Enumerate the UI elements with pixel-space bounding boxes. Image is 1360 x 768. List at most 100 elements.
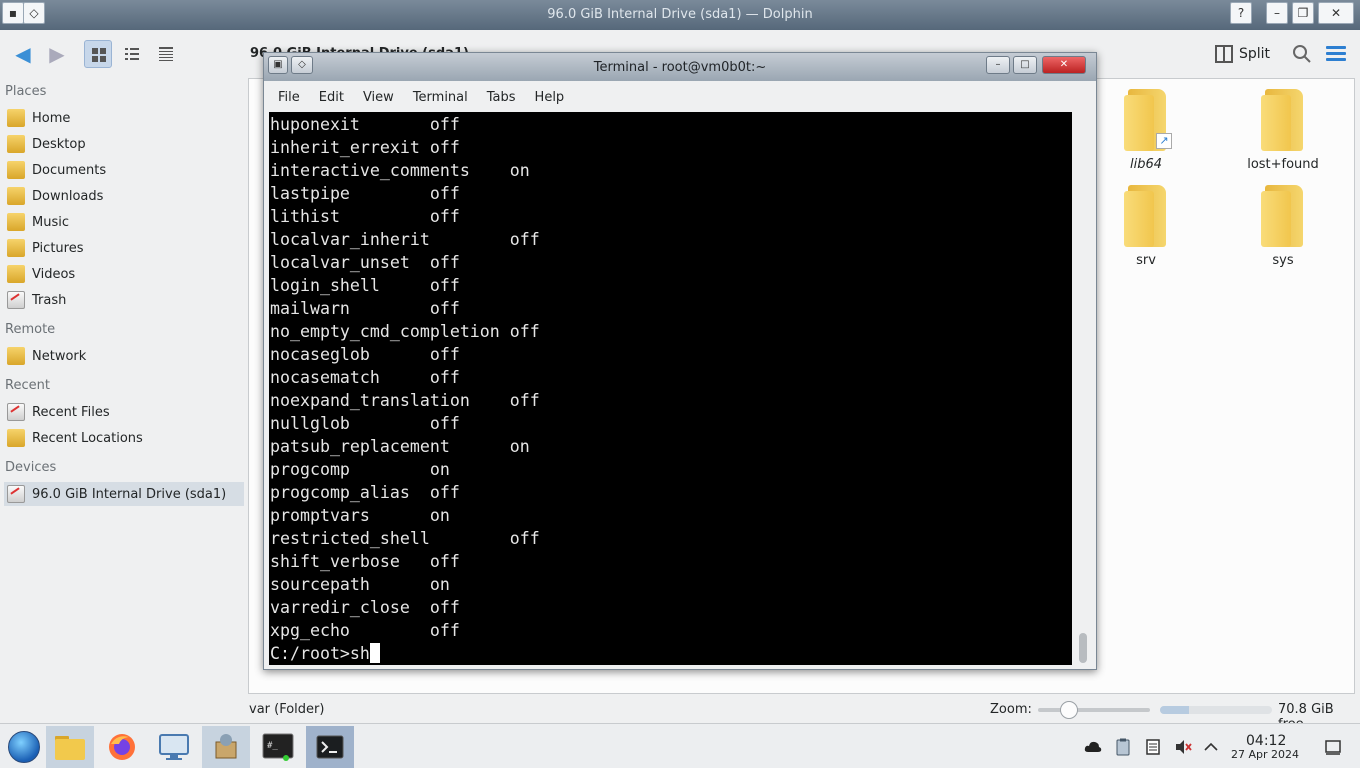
details-view-button[interactable]: [152, 40, 180, 68]
folder-icon: [1124, 185, 1168, 247]
place-documents[interactable]: Documents: [4, 158, 244, 182]
terminal-prompt: C:/root>sh: [270, 644, 370, 663]
music-folder-icon: [7, 213, 25, 231]
terminal-minimize-button[interactable]: –: [986, 56, 1010, 74]
compact-view-button[interactable]: [118, 40, 146, 68]
clipboard-icon[interactable]: [1114, 738, 1132, 756]
menu-terminal[interactable]: Terminal: [413, 90, 468, 105]
place-downloads[interactable]: Downloads: [4, 184, 244, 208]
terminal-cursor: [369, 643, 380, 663]
place-recent-files[interactable]: Recent Files: [4, 400, 244, 424]
terminal-line: lithist off: [270, 207, 460, 226]
dolphin-titlebar: ▪ ◇ 96.0 GiB Internal Drive (sda1) — Dol…: [0, 0, 1360, 30]
help-button[interactable]: ?: [1230, 2, 1252, 24]
window-title: 96.0 GiB Internal Drive (sda1) — Dolphin: [547, 7, 813, 22]
hamburger-menu-icon[interactable]: [1326, 46, 1346, 62]
terminal-line: no_empty_cmd_completion off: [270, 322, 540, 341]
place-label: Downloads: [32, 188, 104, 204]
pictures-folder-icon: [7, 239, 25, 257]
task-file-manager[interactable]: [46, 726, 94, 768]
terminal-line: nocaseglob off: [270, 345, 460, 364]
file-item[interactable]: srv: [1096, 185, 1196, 268]
zoom-slider-handle[interactable]: [1060, 701, 1078, 719]
place-label: Documents: [32, 162, 107, 178]
place-label: Music: [32, 214, 69, 230]
free-space-bar: [1160, 706, 1272, 714]
chevron-up-icon[interactable]: [1202, 738, 1220, 756]
terminal-line: shift_verbose off: [270, 552, 460, 571]
clock-time[interactable]: 04:12: [1246, 733, 1286, 749]
terminal-window[interactable]: ▣ ◇ Terminal - root@vm0b0t:~ – □ ✕ File …: [263, 52, 1097, 670]
terminal-line: nocasematch off: [270, 368, 460, 387]
zoom-slider[interactable]: [1038, 701, 1150, 719]
menu-file[interactable]: File: [278, 90, 300, 105]
task-package-manager[interactable]: [202, 726, 250, 768]
terminal-titlebar[interactable]: ▣ ◇ Terminal - root@vm0b0t:~ – □ ✕: [264, 53, 1096, 81]
folder-icon: [1261, 185, 1305, 247]
grid-view-icon: [92, 48, 106, 62]
status-bar: var (Folder) Zoom: 70.8 GiB free: [248, 697, 1360, 732]
terminal-maximize-button[interactable]: □: [1013, 56, 1037, 74]
hard-drive-icon: [7, 485, 25, 503]
file-item[interactable]: lost+found: [1233, 89, 1333, 172]
place-videos[interactable]: Videos: [4, 262, 244, 286]
place-network[interactable]: Network: [4, 344, 244, 368]
show-desktop-icon[interactable]: [1324, 738, 1342, 756]
start-orb-icon: [8, 731, 40, 763]
place-trash[interactable]: Trash: [4, 288, 244, 312]
menu-view[interactable]: View: [363, 90, 394, 105]
terminal-line: noexpand_translation off: [270, 391, 540, 410]
recent-locations-icon: [7, 429, 25, 447]
menu-tabs[interactable]: Tabs: [487, 90, 516, 105]
menu-help[interactable]: Help: [535, 90, 565, 105]
search-icon[interactable]: [1292, 44, 1312, 64]
menu-edit[interactable]: Edit: [319, 90, 344, 105]
volume-muted-icon[interactable]: [1174, 738, 1192, 756]
monitor-settings-icon: [159, 734, 189, 760]
taskbar: #_ 04:12 27 Apr 2024: [0, 723, 1360, 768]
section-recent: Recent: [5, 378, 50, 393]
section-places: Places: [5, 84, 47, 99]
file-item[interactable]: sys: [1233, 185, 1333, 268]
place-pictures[interactable]: Pictures: [4, 236, 244, 260]
place-label: Recent Locations: [32, 430, 143, 446]
terminal-prompt-line[interactable]: C:/root>sh: [270, 642, 380, 665]
file-name: lost+found: [1247, 157, 1319, 172]
place-desktop[interactable]: Desktop: [4, 132, 244, 156]
terminal-close-button[interactable]: ✕: [1042, 56, 1086, 74]
zoom-label: Zoom:: [990, 702, 1032, 717]
terminal-scrollbar[interactable]: [1076, 112, 1090, 665]
compact-view-icon: [125, 48, 139, 60]
place-label: Desktop: [32, 136, 86, 152]
places-panel: Places Home Desktop Documents Downloads …: [0, 78, 248, 723]
place-music[interactable]: Music: [4, 210, 244, 234]
terminal-scrollbar-thumb[interactable]: [1079, 633, 1087, 663]
clock-date[interactable]: 27 Apr 2024: [1231, 748, 1299, 761]
place-home[interactable]: Home: [4, 106, 244, 130]
place-label: Network: [32, 348, 87, 364]
place-recent-locations[interactable]: Recent Locations: [4, 426, 244, 450]
task-system-settings[interactable]: [150, 726, 198, 768]
terminal-line: localvar_unset off: [270, 253, 460, 272]
terminal-line: restricted_shell off: [270, 529, 540, 548]
file-item[interactable]: ↗ lib64: [1096, 89, 1196, 172]
notes-icon[interactable]: [1144, 738, 1162, 756]
task-firefox[interactable]: [98, 726, 146, 768]
task-terminal-preview[interactable]: #_: [254, 726, 302, 768]
place-internal-drive[interactable]: 96.0 GiB Internal Drive (sda1): [4, 482, 244, 506]
firefox-icon: [109, 734, 135, 760]
forward-button[interactable]: ▶: [42, 40, 72, 68]
place-label: 96.0 GiB Internal Drive (sda1): [32, 486, 227, 502]
split-button[interactable]: Split: [1214, 40, 1270, 68]
icons-view-button[interactable]: [84, 40, 112, 68]
terminal-line: varredir_close off: [270, 598, 460, 617]
start-menu-button[interactable]: [0, 726, 48, 768]
minimize-button[interactable]: –: [1266, 2, 1288, 24]
downloads-folder-icon: [7, 187, 25, 205]
cloud-icon[interactable]: [1084, 738, 1102, 756]
back-button[interactable]: ◀: [8, 40, 38, 68]
terminal-screen[interactable]: huponexit off inherit_errexit off intera…: [269, 112, 1072, 665]
maximize-button[interactable]: ❐: [1292, 2, 1314, 24]
close-button[interactable]: ✕: [1318, 2, 1354, 24]
task-terminal[interactable]: [306, 726, 354, 768]
